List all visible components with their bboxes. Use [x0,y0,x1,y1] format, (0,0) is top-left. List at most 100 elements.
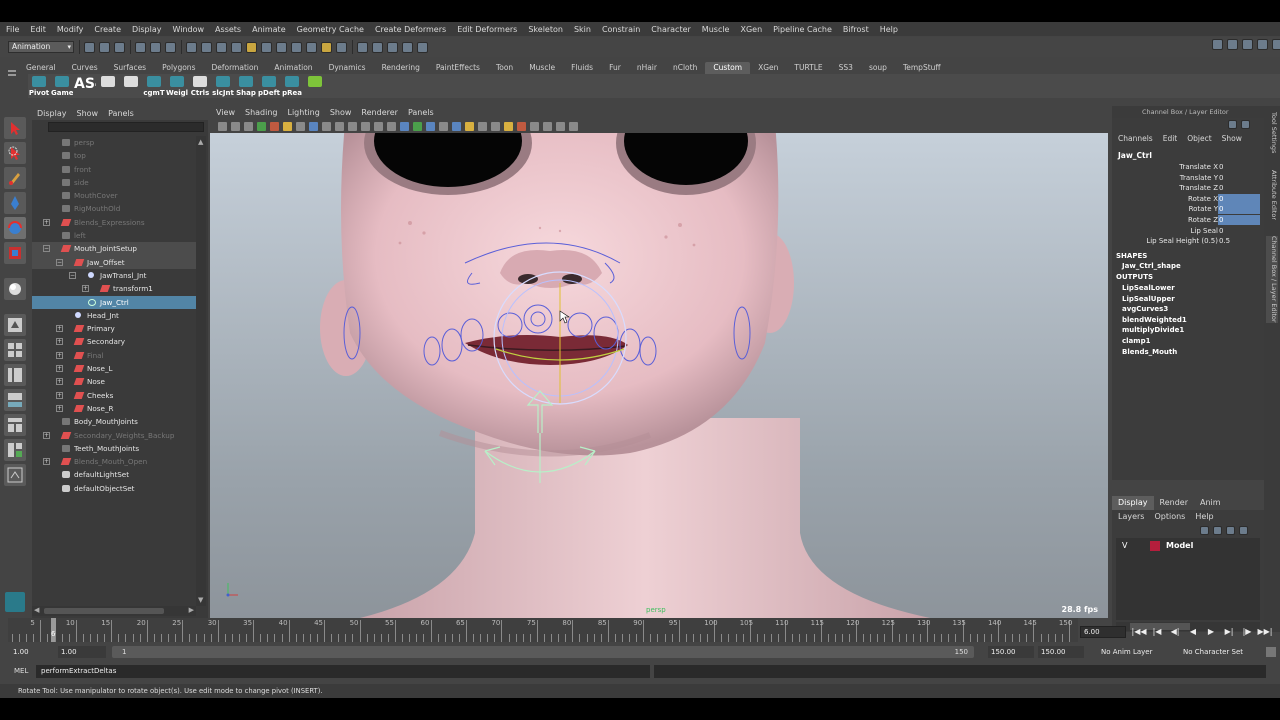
attr-rotate-y[interactable]: Rotate Y0 [1112,204,1264,215]
attr-translate-x[interactable]: Translate X0 [1112,162,1264,172]
viewport-menu-renderer[interactable]: Renderer [361,108,398,117]
output-node[interactable]: clamp1 [1122,337,1150,345]
script-language-label[interactable]: MEL [14,667,28,675]
tab-tool-settings[interactable]: Tool Settings [1266,112,1278,153]
select-component-icon[interactable] [165,41,176,53]
outliner-item[interactable]: − Jaw_Offset [32,255,196,269]
persp-outliner-layout-icon[interactable] [4,364,26,386]
hypergraph-icon[interactable] [5,592,25,612]
shelf-tab-animation[interactable]: Animation [266,62,320,74]
menu-skeleton[interactable]: Skeleton [528,25,563,34]
attr-value-field[interactable]: 0 [1218,183,1260,193]
layer-row[interactable]: V Model [1116,540,1260,552]
expand-toggle-icon[interactable]: + [56,338,63,346]
shelf-tab-ss3[interactable]: SS3 [831,62,861,74]
open-scene-icon[interactable] [99,41,110,53]
channel-box-toggle-icon[interactable] [1257,39,1268,50]
menu-edit-deformers[interactable]: Edit Deformers [457,25,517,34]
shelf-button-pivot[interactable]: Pivot [28,75,50,97]
menuset-dropdown[interactable]: Animation [8,41,74,53]
shape-node[interactable]: Jaw_Ctrl_shape [1122,262,1181,270]
outliner-item[interactable]: top [32,149,196,162]
rotate-tool-icon[interactable] [4,217,26,239]
layer-menu-options[interactable]: Options [1154,512,1185,521]
range-bar[interactable]: 1 150 [112,646,974,658]
shelf-options-icon[interactable] [8,62,16,98]
snap-plane-icon[interactable] [231,41,242,53]
step-back-key-button[interactable]: |◀ [1148,627,1166,636]
outliner-item[interactable]: front [32,163,196,176]
attr-value-field[interactable]: 0 [1218,226,1260,236]
menu-window[interactable]: Window [173,25,205,34]
menu-constrain[interactable]: Constrain [602,25,640,34]
render-icon[interactable] [246,41,257,53]
persp-graph-layout-icon[interactable] [4,389,26,411]
safe-title-icon[interactable] [374,121,383,131]
four-view-layout-icon[interactable] [4,339,26,361]
gate-mask-icon[interactable] [335,121,344,131]
expand-toggle-icon[interactable]: + [56,378,63,386]
expand-toggle-icon[interactable]: − [69,271,76,279]
expand-toggle-icon[interactable]: + [82,285,89,293]
output-node[interactable]: LipSealUpper [1122,295,1175,303]
go-to-start-button[interactable]: |◀◀ [1130,627,1148,636]
outliner-item[interactable]: MouthCover [32,189,196,202]
single-perspective-layout-icon[interactable] [4,314,26,336]
custom-layout-icon[interactable] [4,439,26,461]
outliner-item[interactable]: Head_Jnt [32,309,196,322]
shelf-tab-muscle[interactable]: Muscle [521,62,563,74]
expand-toggle-icon[interactable]: − [56,258,63,266]
2d-pan-zoom-icon[interactable] [270,121,279,131]
outliner-item[interactable]: − Mouth_JointSetup [32,242,196,256]
attr-translate-y[interactable]: Translate Y0 [1112,173,1264,183]
expand-toggle-icon[interactable]: + [56,325,63,333]
channel-menu-show[interactable]: Show [1222,134,1242,143]
snap-curve-icon[interactable] [201,41,212,53]
anim-layer-dropdown[interactable]: No Anim Layer [1098,646,1178,658]
play-backwards-button[interactable]: ◀ [1184,627,1202,636]
channel-menu-object[interactable]: Object [1187,134,1211,143]
hypershade-icon[interactable] [291,41,302,53]
expand-toggle-icon[interactable]: + [43,218,50,226]
new-scene-icon[interactable] [84,41,95,53]
hypershade-layout-icon[interactable] [4,414,26,436]
play-forwards-button[interactable]: ▶ [1202,627,1220,636]
expand-toggle-icon[interactable]: + [56,391,63,399]
menu-create-deformers[interactable]: Create Deformers [375,25,446,34]
camera-attributes-icon[interactable] [231,121,240,131]
shelf-tab-deformation[interactable]: Deformation [203,62,266,74]
outliner-item[interactable]: + Primary [32,322,196,335]
outliner-menu-display[interactable]: Display [37,109,67,118]
help-icon[interactable] [306,41,317,53]
attr-value-field[interactable]: 0 [1218,162,1260,172]
menu-bifrost[interactable]: Bifrost [843,25,869,34]
paint-select-tool-icon[interactable] [4,167,26,189]
menu-geometry-cache[interactable]: Geometry Cache [297,25,364,34]
attr-rotate-z[interactable]: Rotate Z0 [1112,215,1264,225]
render-settings-icon[interactable] [276,41,287,53]
render-current-icon[interactable] [372,41,383,53]
snap-point-icon[interactable] [216,41,227,53]
attr-value-field[interactable]: 0 [1218,193,1260,204]
expand-toggle-icon[interactable]: + [56,351,63,359]
grid-icon[interactable] [296,121,305,131]
step-back-frame-button[interactable]: ◀| [1166,627,1184,636]
menu-character[interactable]: Character [651,25,691,34]
use-all-lights-icon[interactable] [465,121,474,131]
shelf-button-shap[interactable]: Shap [235,75,257,97]
shelf-button-ctrls[interactable]: Ctrls [189,75,211,97]
character-set-dropdown[interactable]: No Character Set [1180,646,1260,658]
channel-menu-channels[interactable]: Channels [1118,134,1153,143]
go-to-end-button[interactable]: ▶▶| [1256,627,1274,636]
preferences-icon[interactable] [1266,647,1276,657]
expand-toggle-icon[interactable]: + [43,431,50,439]
lock-icon[interactable] [321,41,332,53]
render-region-icon[interactable] [387,41,398,53]
step-forward-key-button[interactable]: |▶ [1238,627,1256,636]
outliner-vertical-scrollbar[interactable]: ▲ ▼ [196,136,206,606]
outliner-item[interactable]: RigMouthOld [32,202,196,215]
perspective-scene[interactable]: persp 28.8 fps [210,133,1108,618]
viewport-menu-view[interactable]: View [216,108,235,117]
isolate-select-icon[interactable] [543,121,552,131]
shelf-tab-xgen[interactable]: XGen [750,62,786,74]
